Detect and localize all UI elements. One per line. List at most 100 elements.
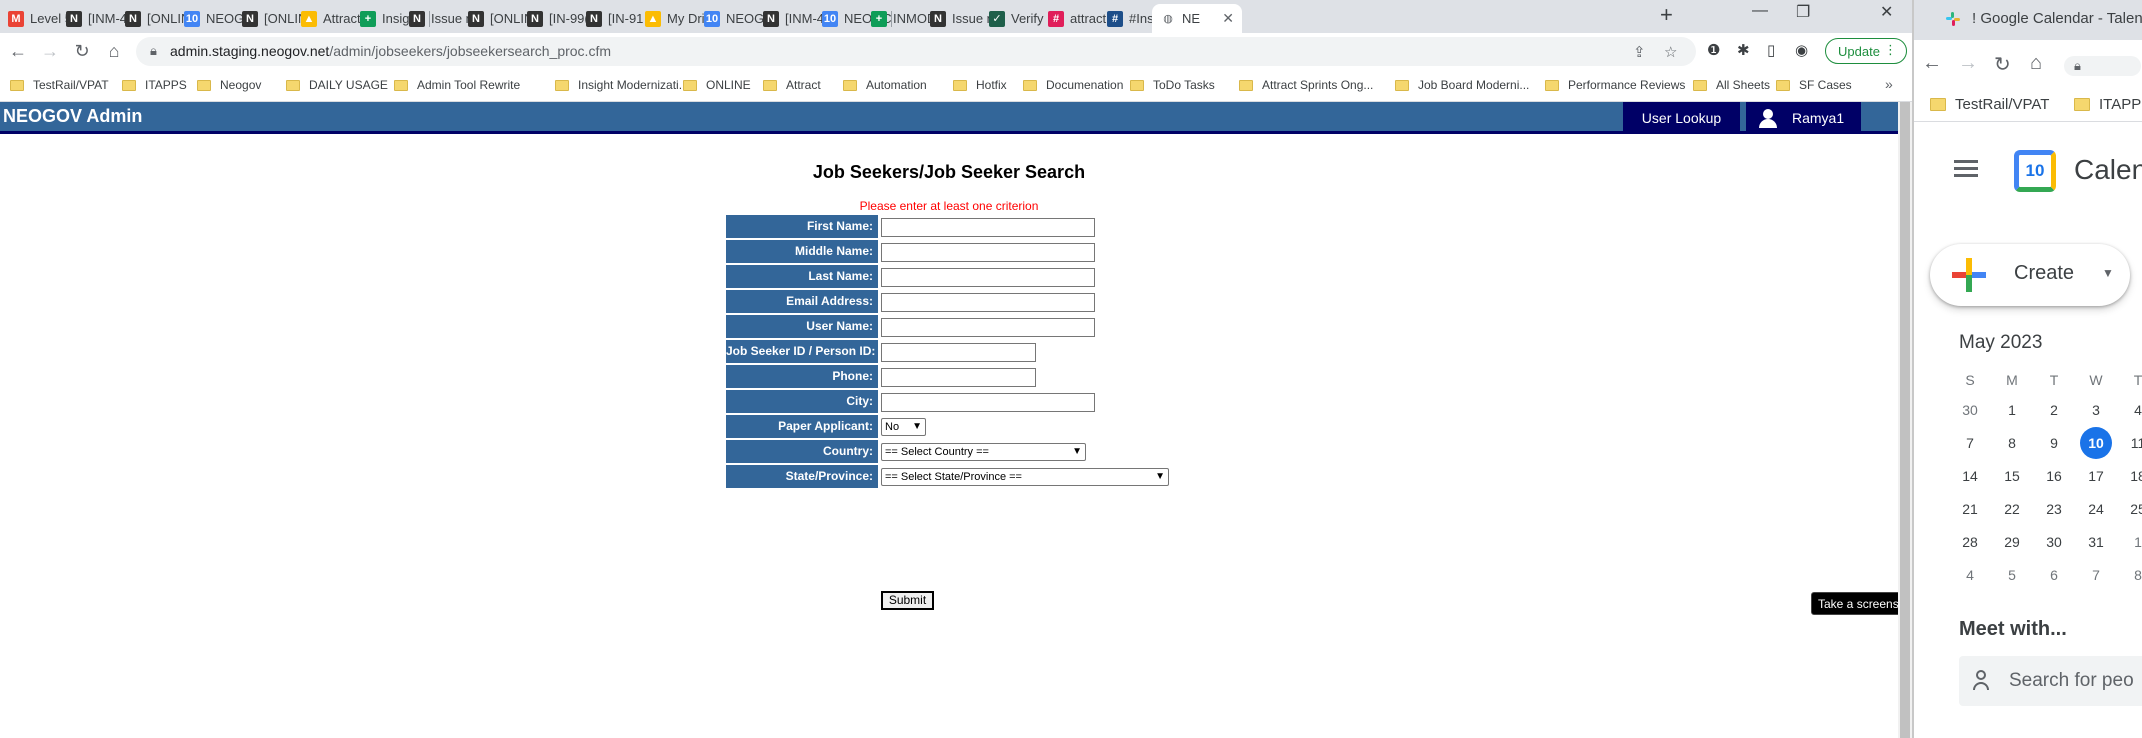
last-name-input[interactable] [881, 268, 1095, 287]
address-bar[interactable]: 🔒︎ admin.staging.neogov.net/admin/jobsee… [136, 37, 1696, 66]
user-menu[interactable]: Ramya1 [1746, 102, 1861, 133]
calendar-day[interactable]: 9 [2038, 427, 2070, 459]
calendar-day[interactable]: 25 [2122, 493, 2142, 525]
calendar-day[interactable]: 21 [1954, 493, 1986, 525]
restore-icon[interactable]: ❐ [1796, 2, 1810, 22]
browser-tab[interactable]: ◍ NE ✕ [1152, 4, 1242, 33]
bookmark-item[interactable]: ToDo Tasks [1130, 78, 1215, 92]
calendar-day[interactable]: 24 [2080, 493, 2112, 525]
reload-icon[interactable]: ↻ [70, 39, 94, 63]
home-icon[interactable]: ⌂ [102, 39, 126, 63]
bookmark-item[interactable]: DAILY USAGE [286, 78, 388, 92]
state-province-select[interactable]: == Select State/Province == ▼ [881, 468, 1169, 486]
calendar-day[interactable]: 29 [1996, 526, 2028, 558]
reload-icon[interactable]: ↻ [1994, 52, 2011, 77]
calendar-day[interactable]: 30 [1954, 394, 1986, 426]
bookmark-item[interactable]: ITAPPS [122, 78, 187, 92]
bookmark-item[interactable]: Documenation [1023, 78, 1123, 92]
back-icon[interactable]: ← [6, 39, 30, 63]
calendar-tab[interactable]: ! Google Calendar - Talent [1914, 0, 2142, 40]
chevron-down-icon: ▼ [2102, 266, 2114, 280]
bookmark-item[interactable]: Hotfix [953, 78, 1007, 92]
page-scrollbar[interactable] [1898, 102, 1912, 738]
folder-icon [763, 79, 777, 91]
calendar-day[interactable]: 2 [2038, 394, 2070, 426]
more-bookmarks-icon[interactable]: » [1885, 76, 1893, 92]
bookmark-item[interactable]: Insight Modernizati... [555, 78, 689, 92]
update-button[interactable]: Update ⋮ [1825, 38, 1907, 64]
main-menu-icon[interactable] [1954, 160, 1978, 181]
calendar-day[interactable]: 7 [2080, 559, 2112, 591]
search-people-input[interactable]: Search for peo [1959, 656, 2142, 706]
calendar-day[interactable]: 1 [2122, 526, 2142, 558]
forward-icon[interactable]: → [38, 39, 62, 63]
tab-title: NE [1182, 11, 1201, 26]
forward-icon[interactable]: → [1958, 52, 1978, 75]
minimize-icon[interactable]: — [1752, 2, 1768, 20]
profile-avatar[interactable]: ◉ [1795, 41, 1808, 59]
extensions-icon[interactable]: ✱ [1737, 41, 1750, 59]
bookmark-star-icon[interactable]: ☆ [1664, 43, 1677, 61]
bookmark-item[interactable]: TestRail/VPAT [10, 78, 109, 92]
calendar-day[interactable]: 7 [1954, 427, 1986, 459]
calendar-app-title: Calendar [2074, 154, 2142, 185]
calendar-day[interactable]: 3 [2080, 394, 2112, 426]
close-window-icon[interactable]: ✕ [1880, 2, 1893, 22]
submit-button[interactable]: Submit [881, 591, 934, 610]
calendar-day[interactable]: 6 [2038, 559, 2070, 591]
user-lookup-link[interactable]: User Lookup [1623, 102, 1740, 133]
calendar-day[interactable]: 22 [1996, 493, 2028, 525]
calendar-day[interactable]: 8 [2122, 559, 2142, 591]
bookmark-item[interactable]: ITAPPS [2074, 96, 2142, 113]
middle-name-input[interactable] [881, 243, 1095, 262]
bookmark-item[interactable]: SF Cases [1776, 78, 1852, 92]
calendar-day[interactable]: 14 [1954, 460, 1986, 492]
calendar-day[interactable]: 11 [2122, 427, 2142, 459]
calendar-day[interactable]: 10 [2080, 427, 2112, 459]
password-manager-icon[interactable]: ❶ [1707, 41, 1720, 59]
calendar-day[interactable]: 5 [1996, 559, 2028, 591]
share-icon[interactable]: ⇪ [1633, 43, 1646, 61]
bookmark-item[interactable]: ONLINE [683, 78, 751, 92]
bookmark-item[interactable]: TestRail/VPAT [1930, 96, 2049, 113]
calendar-day[interactable]: 4 [2122, 394, 2142, 426]
country-select[interactable]: == Select Country == ▼ [881, 443, 1086, 461]
back-icon[interactable]: ← [1922, 52, 1942, 75]
email-address-input[interactable] [881, 293, 1095, 312]
calendar-day[interactable]: 18 [2122, 460, 2142, 492]
address-bar[interactable]: 🔒︎ [2064, 56, 2141, 76]
city-input[interactable] [881, 393, 1095, 412]
calendar-day[interactable]: 31 [2080, 526, 2112, 558]
bookmark-item[interactable]: Attract Sprints Ong... [1239, 78, 1373, 92]
calendar-day[interactable]: 17 [2080, 460, 2112, 492]
update-label: Update [1838, 43, 1880, 59]
calendar-day[interactable]: 28 [1954, 526, 1986, 558]
user-name-input[interactable] [881, 318, 1095, 337]
scrollbar-thumb[interactable] [1900, 102, 1910, 738]
bookmark-item[interactable]: Performance Reviews [1545, 78, 1685, 92]
create-button[interactable]: Create ▼ [1930, 244, 2130, 306]
bookmark-item[interactable]: Neogov [197, 78, 261, 92]
calendar-day[interactable]: 1 [1996, 394, 2028, 426]
new-tab-button[interactable]: + [1660, 2, 1673, 28]
calendar-day[interactable]: 8 [1996, 427, 2028, 459]
side-panel-icon[interactable]: ▯ [1767, 41, 1775, 59]
first-name-input[interactable] [881, 218, 1095, 237]
home-icon[interactable]: ⌂ [2030, 52, 2042, 75]
lock-icon: 🔒︎ [150, 43, 157, 58]
calendar-day[interactable]: 4 [1954, 559, 1986, 591]
close-tab-icon[interactable]: ✕ [1222, 10, 1234, 27]
bookmark-item[interactable]: All Sheets [1693, 78, 1770, 92]
calendar-day[interactable]: 23 [2038, 493, 2070, 525]
phone-input[interactable] [881, 368, 1036, 387]
job-seeker-id-input[interactable] [881, 343, 1036, 362]
bookmark-item[interactable]: Automation [843, 78, 927, 92]
calendar-day[interactable]: 30 [2038, 526, 2070, 558]
error-message: Please enter at least one criterion [859, 199, 1039, 213]
calendar-day[interactable]: 16 [2038, 460, 2070, 492]
bookmark-item[interactable]: Attract [763, 78, 821, 92]
bookmark-item[interactable]: Admin Tool Rewrite [394, 78, 520, 92]
paper-applicant-select[interactable]: No ▼ [881, 418, 926, 436]
calendar-day[interactable]: 15 [1996, 460, 2028, 492]
bookmark-item[interactable]: Job Board Moderni... [1395, 78, 1529, 92]
